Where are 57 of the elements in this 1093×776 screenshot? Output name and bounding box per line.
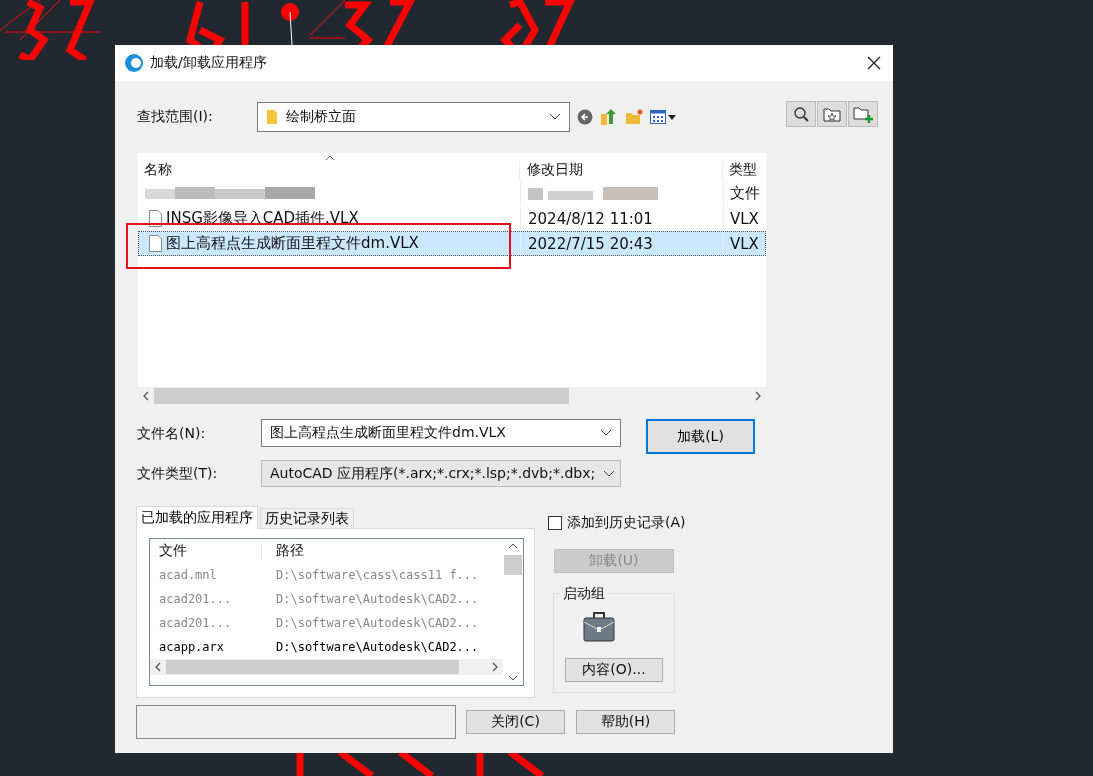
scroll-left-icon[interactable]: [155, 662, 161, 672]
file-row[interactable]: 文件: [138, 181, 766, 206]
column-header[interactable]: 修改日期: [520, 161, 723, 181]
tab[interactable]: 已加载的应用程序: [136, 506, 258, 529]
column-header[interactable]: 文件: [150, 542, 262, 560]
file-type-dropdown[interactable]: AutoCAD 应用程序(*.arx;*.crx;*.lsp;*.dvb;*.dbx;: [261, 460, 621, 487]
chevron-icon: [600, 429, 612, 437]
look-in-dropdown[interactable]: 绘制桥立面: [257, 102, 570, 132]
file-row[interactable]: 图上高程点生成断面里程文件dm.VLX 2022/7/15 20:43 VLX: [138, 231, 766, 256]
file-date: 2022/7/15 20:43: [521, 232, 724, 255]
star-folder-icon: [823, 106, 841, 122]
file-type: VLX: [729, 233, 760, 255]
back-icon[interactable]: [577, 109, 593, 125]
add-folder-icon: [853, 105, 873, 123]
window-title: 加载/卸载应用程序: [150, 54, 267, 72]
scroll-right-icon[interactable]: [492, 662, 498, 672]
tab[interactable]: 历史记录列表: [260, 508, 354, 528]
file-date: 2024/8/12 11:01: [521, 207, 724, 230]
file-type-label: 文件类型(T):: [137, 464, 219, 483]
view-menu-icon[interactable]: [650, 110, 676, 124]
add-to-history-checkbox[interactable]: 添加到历史记录(A): [548, 514, 686, 532]
search-icon: [792, 105, 810, 123]
blurred-date-icon: [528, 184, 658, 203]
close-button[interactable]: 关闭(C): [466, 710, 565, 734]
horizontal-scrollbar[interactable]: [150, 659, 503, 675]
scroll-up-icon[interactable]: [508, 543, 518, 549]
scroll-right-icon[interactable]: [755, 391, 761, 401]
file-icon: [149, 235, 162, 252]
column-header[interactable]: 路径: [262, 542, 304, 560]
sort-caret-icon: [325, 155, 335, 161]
close-icon[interactable]: [867, 56, 881, 70]
folder-icon: [266, 109, 278, 125]
file-type: VLX: [729, 208, 760, 230]
search-button[interactable]: [786, 101, 816, 127]
help-button[interactable]: 帮助(H): [576, 710, 675, 734]
new-folder-icon[interactable]: [625, 109, 643, 125]
scrollbar-thumb[interactable]: [504, 555, 522, 575]
column-header[interactable]: 名称: [138, 161, 520, 181]
file-name-label: 文件名(N):: [137, 424, 207, 443]
chevron-icon: [603, 469, 616, 478]
file-name-field[interactable]: 图上高程点生成断面里程文件dm.VLX: [261, 419, 621, 447]
favorites-button[interactable]: [817, 101, 847, 127]
column-header[interactable]: 类型: [723, 161, 766, 181]
look-in-label: 查找范围(I):: [137, 108, 214, 126]
contents-button[interactable]: 内容(O)...: [565, 658, 663, 682]
add-favorite-button[interactable]: [848, 101, 878, 127]
chevron-icon: [549, 113, 561, 121]
briefcase-icon: [583, 612, 615, 642]
scroll-left-icon[interactable]: [143, 391, 149, 401]
up-folder-icon[interactable]: [600, 108, 618, 126]
file-name: 图上高程点生成断面里程文件dm.VLX: [166, 234, 419, 253]
scroll-down-icon[interactable]: [508, 675, 518, 681]
app-logo-icon: [124, 53, 144, 73]
group-title: 启动组: [560, 585, 608, 601]
file-type: 文件: [729, 183, 761, 204]
app-row[interactable]: acapp.arx D:\software\Autodesk\CAD2...: [150, 635, 503, 659]
load-button[interactable]: 加载(L): [646, 419, 755, 454]
